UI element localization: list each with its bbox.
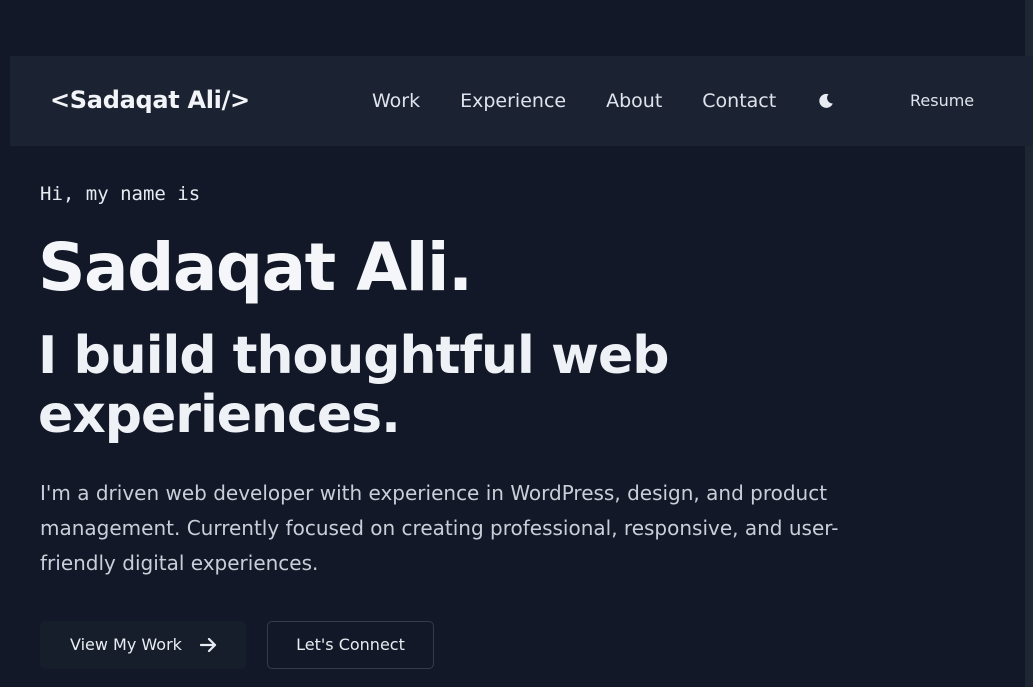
nav-link-contact[interactable]: Contact xyxy=(702,90,776,112)
hero-bio: I'm a driven web developer with experien… xyxy=(40,481,839,575)
lets-connect-button[interactable]: Let's Connect xyxy=(267,621,434,669)
resume-link[interactable]: Resume xyxy=(910,56,974,146)
view-my-work-label: View My Work xyxy=(70,635,182,654)
hero-intro: Hi, my name is xyxy=(40,183,201,205)
hero-tagline: I build thoughtful web experiences. xyxy=(38,326,670,445)
nav-link-experience[interactable]: Experience xyxy=(460,90,566,112)
navbar: <Sadaqat Ali/> Work Experience About Con… xyxy=(10,56,1033,146)
arrow-right-icon xyxy=(200,637,217,653)
hero-name: Sadaqat Ali. xyxy=(38,229,473,306)
moon-icon xyxy=(819,93,833,108)
nav-link-about[interactable]: About xyxy=(606,90,662,112)
view-my-work-button[interactable]: View My Work xyxy=(40,621,246,669)
nav-link-work[interactable]: Work xyxy=(372,90,420,112)
nav-links: Work Experience About Contact xyxy=(372,56,816,146)
theme-toggle-button[interactable] xyxy=(816,89,836,113)
site-logo[interactable]: <Sadaqat Ali/> xyxy=(50,56,250,146)
